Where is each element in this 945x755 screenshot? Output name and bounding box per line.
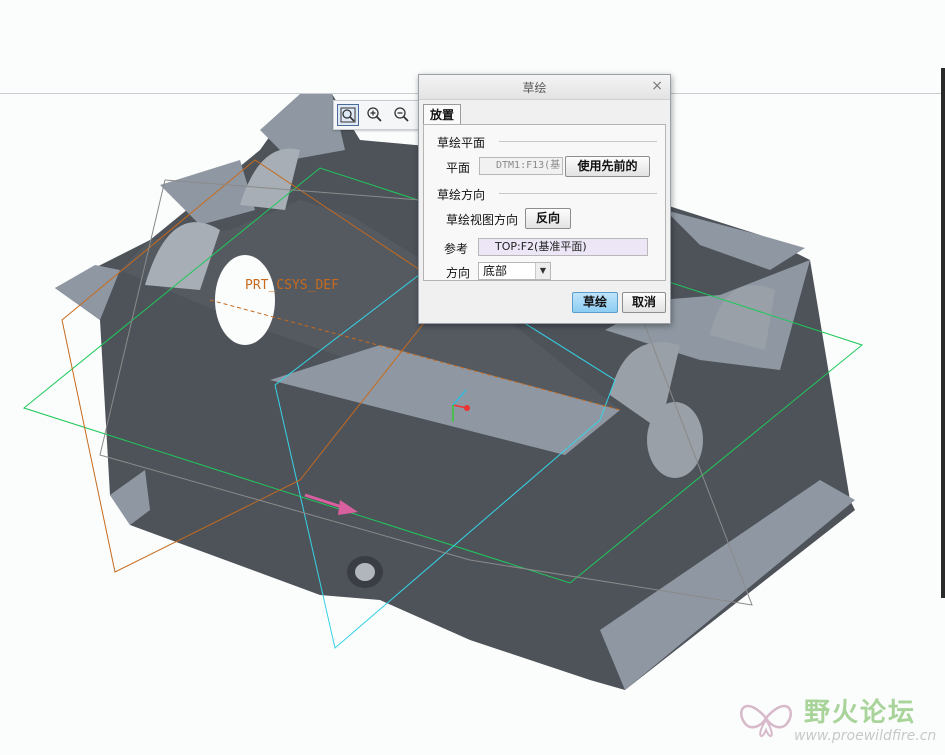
zoom-in-icon — [367, 107, 382, 122]
refit-button[interactable] — [337, 104, 359, 126]
close-icon[interactable]: × — [651, 78, 663, 94]
use-previous-button[interactable]: 使用先前的 — [565, 156, 650, 177]
orientation-section-title: 草绘方向 — [437, 188, 486, 202]
divider — [499, 141, 657, 142]
reference-label: 参考 — [444, 242, 469, 256]
orientation-label: 方向 — [446, 266, 471, 280]
zoom-out-button[interactable] — [391, 104, 413, 126]
sketch-plane-section-title: 草绘平面 — [437, 136, 486, 150]
flip-button[interactable]: 反向 — [525, 208, 571, 229]
refit-icon — [340, 107, 356, 123]
csys-label: PRT_CSYS_DEF — [245, 278, 339, 293]
plane-label: 平面 — [446, 161, 471, 175]
watermark-url: www.proewildfire.cn — [794, 728, 937, 744]
zoom-out-icon — [394, 107, 409, 122]
placement-panel: 草绘平面 平面 DTM1:F13(基 使用先前的 草绘方向 草绘视图方向 反向 … — [423, 124, 666, 281]
reference-field[interactable]: TOP:F2(基准平面) — [478, 238, 648, 256]
dialog-titlebar[interactable]: 草绘 × — [419, 75, 670, 100]
orientation-value: 底部 — [483, 264, 508, 278]
watermark-title: 野火论坛 — [804, 698, 917, 728]
tab-placement[interactable]: 放置 — [423, 104, 461, 125]
plane-field[interactable]: DTM1:F13(基 — [479, 157, 563, 175]
sketch-button[interactable]: 草绘 — [572, 292, 618, 313]
orientation-select[interactable]: 底部 ▼ — [478, 262, 551, 280]
butterfly-logo-icon — [740, 704, 792, 738]
cancel-button[interactable]: 取消 — [622, 292, 666, 313]
sketch-dialog: 草绘 × 放置 草绘平面 平面 DTM1:F13(基 使用先前的 草绘方向 草绘… — [418, 74, 671, 324]
zoom-in-button[interactable] — [364, 104, 386, 126]
chevron-down-icon[interactable]: ▼ — [535, 263, 550, 279]
dialog-title: 草绘 — [522, 81, 547, 95]
divider — [499, 193, 657, 194]
view-toolbar — [333, 100, 425, 130]
sketch-view-direction-label: 草绘视图方向 — [446, 213, 519, 227]
forum-watermark: 野火论坛 www.proewildfire.cn — [736, 690, 936, 750]
